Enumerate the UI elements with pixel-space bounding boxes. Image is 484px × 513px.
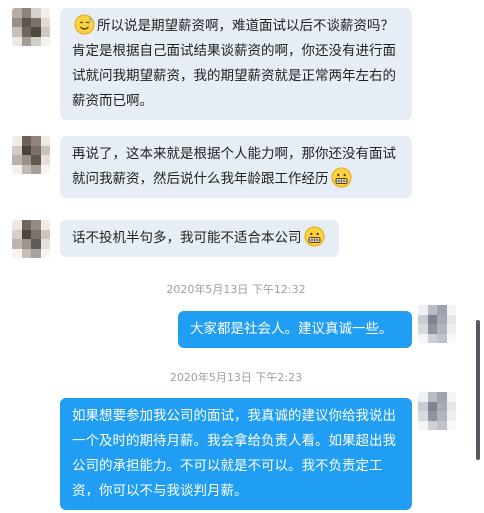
contact-avatar[interactable]: [12, 220, 50, 258]
message-bubble-incoming[interactable]: 所以说是期望薪资啊，难道面试以后不谈薪资吗？肯定是根据自己面试结果谈薪资的啊，你…: [60, 8, 412, 120]
message-text: 大家都是社会人。建议真诚一些。: [190, 321, 393, 337]
contact-avatar[interactable]: [12, 8, 50, 46]
message-timestamp: 2020年5月13日 下午12:32: [166, 283, 306, 296]
scrollbar-thumb[interactable]: [476, 320, 480, 460]
message-text: 所以说是期望薪资啊，难道面试以后不谈薪资吗？肯定是根据自己面试结果谈薪资的啊，你…: [72, 18, 396, 109]
message-bubble-incoming[interactable]: 话不投机半句多，我可能不适合本公司: [60, 220, 339, 257]
message-timestamp: 2020年5月13日 下午2:23: [169, 371, 303, 384]
chat-history[interactable]: 所以说是期望薪资啊，难道面试以后不谈薪资吗？肯定是根据自己面试结果谈薪资的啊，你…: [0, 0, 484, 513]
contact-avatar[interactable]: [12, 136, 50, 174]
message-text: 话不投机半句多，我可能不适合本公司: [72, 230, 302, 246]
my-avatar[interactable]: [418, 392, 456, 430]
message-bubble-outgoing[interactable]: 如果想要参加我公司的面试，我真诚的建议你给我说出一个及时的期待月薪。我会拿给负责…: [60, 398, 412, 510]
sweat-smile-emoji: [74, 14, 95, 35]
grimace-emoji: [304, 226, 325, 247]
message-bubble-outgoing[interactable]: 大家都是社会人。建议真诚一些。: [178, 311, 412, 348]
grimace-emoji: [331, 167, 352, 188]
message-bubble-incoming[interactable]: 再说了，这本来就是根据个人能力啊，那你还没有面试就问我薪资，然后说什么我年龄跟工…: [60, 136, 412, 198]
my-avatar[interactable]: [418, 305, 456, 343]
message-text: 如果想要参加我公司的面试，我真诚的建议你给我说出一个及时的期待月薪。我会拿给负责…: [72, 408, 396, 499]
